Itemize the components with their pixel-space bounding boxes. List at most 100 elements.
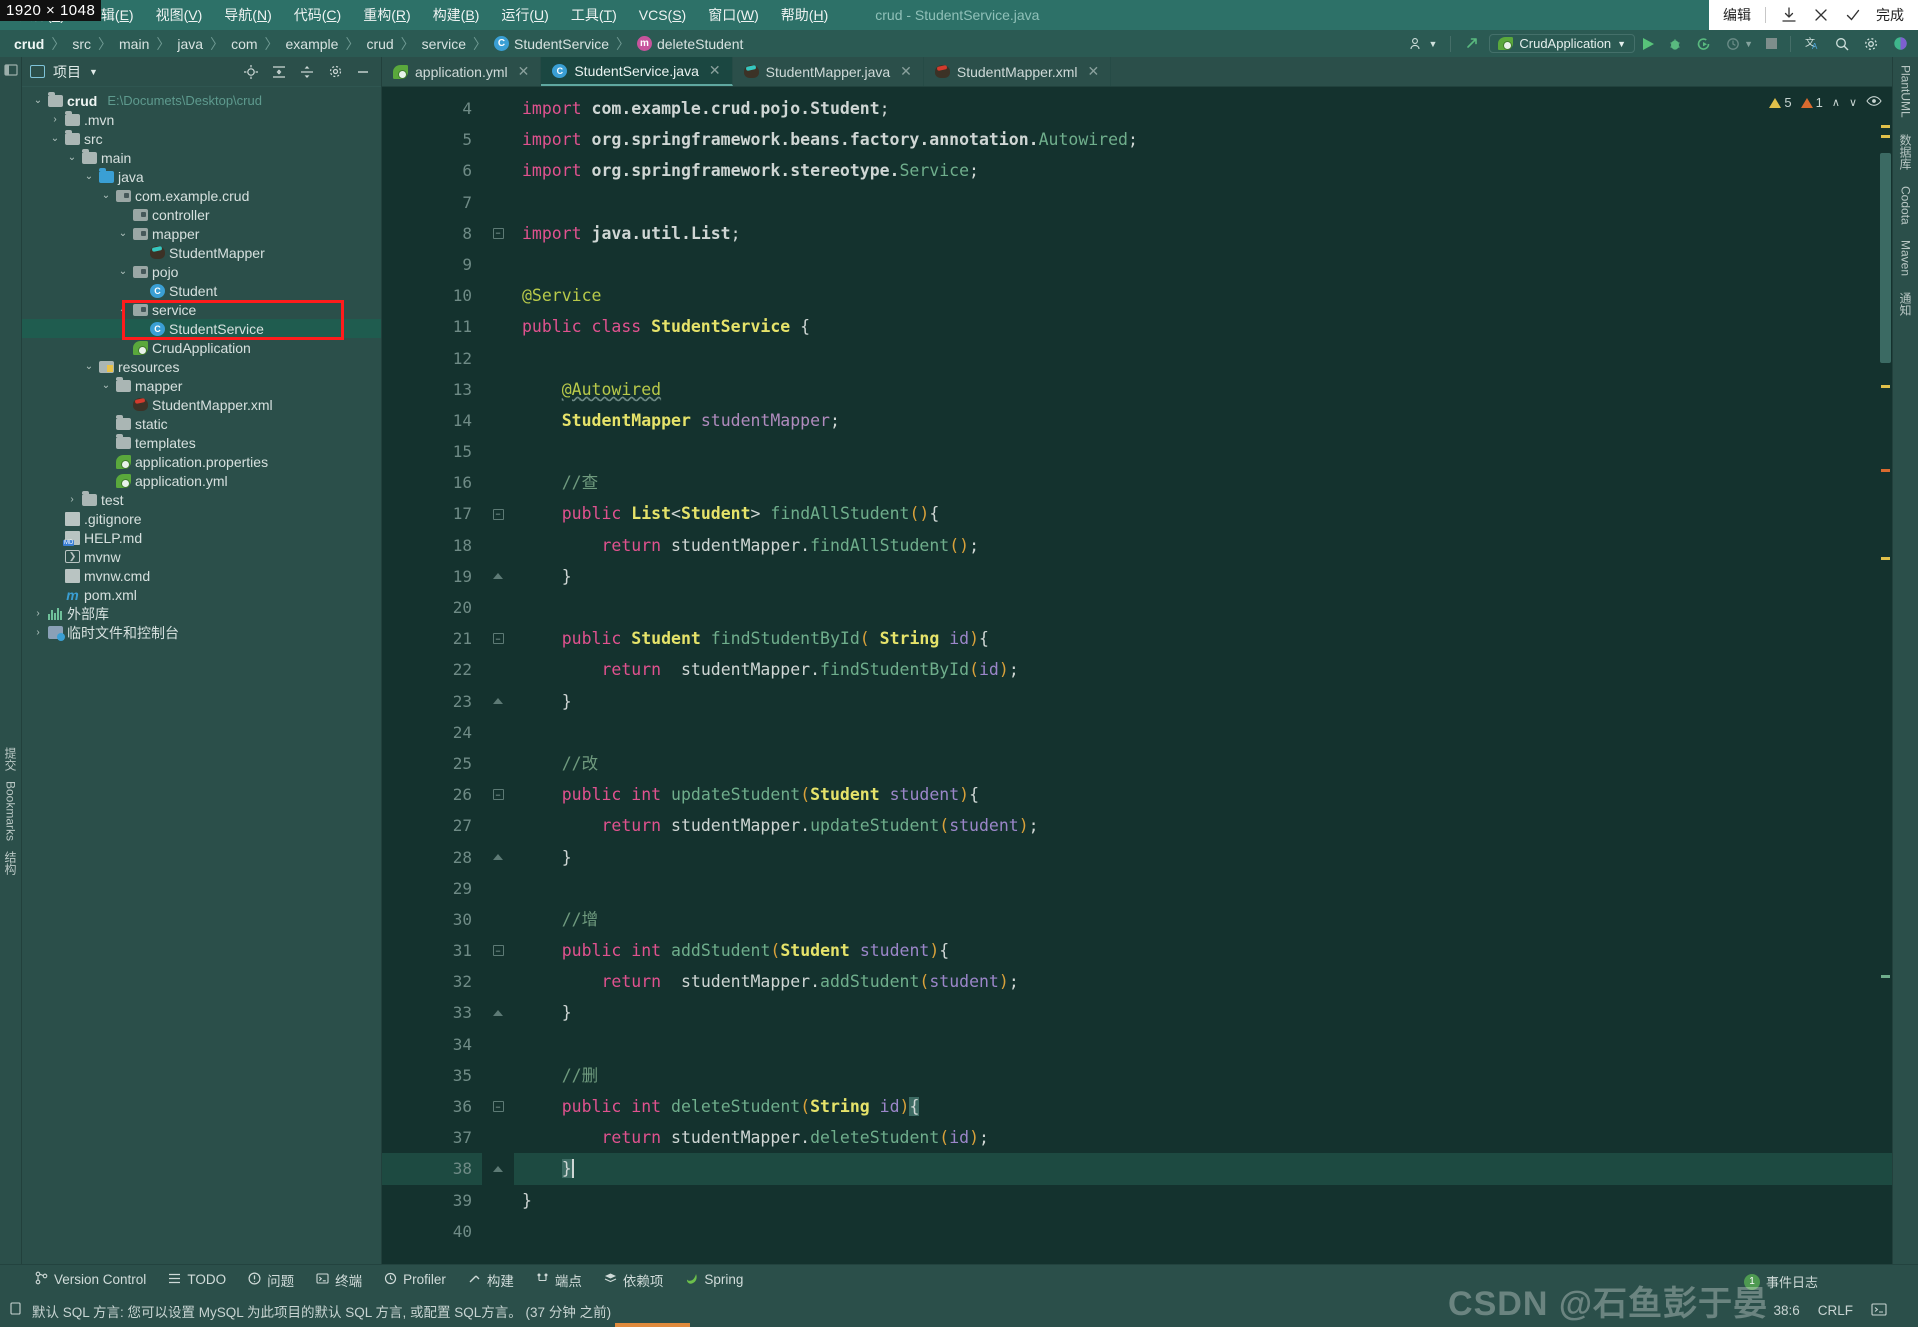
collapse-all-icon[interactable] [297, 62, 317, 82]
settings-icon[interactable] [325, 62, 345, 82]
stop-icon[interactable] [1761, 36, 1782, 51]
menu-item-3[interactable]: 导航(N) [213, 2, 282, 28]
left-rail-label-structure[interactable]: 结构 [2, 851, 19, 875]
code-line[interactable]: public int deleteStudent(String id){ [514, 1091, 1892, 1122]
close-icon[interactable]: ✕ [709, 62, 721, 79]
editor-tab-StudentMapper.java[interactable]: StudentMapper.java ✕ [733, 57, 924, 86]
tree-item-test[interactable]: › test [22, 490, 381, 509]
close-icon[interactable]: ✕ [900, 63, 912, 80]
right-rail-数据库[interactable]: 数据库 [1897, 134, 1914, 170]
chevron-down-icon[interactable]: ⌄ [66, 152, 78, 163]
code-line[interactable] [514, 592, 1892, 623]
tree-item-application.yml[interactable]: application.yml [22, 471, 381, 490]
code-folding-column[interactable]: − − − − − − [482, 87, 514, 1264]
tool-window-TODO[interactable]: TODO [159, 1269, 235, 1291]
tool-window-依赖项[interactable]: 依赖项 [595, 1267, 673, 1293]
line-separator[interactable]: CRLF [1809, 1303, 1862, 1318]
code-line[interactable]: //删 [514, 1060, 1892, 1091]
menu-item-8[interactable]: 工具(T) [560, 2, 628, 28]
breadcrumb-item-java[interactable]: java [173, 36, 207, 52]
breadcrumb-item-deleteStudent[interactable]: m deleteStudent [633, 36, 747, 52]
fold-end-icon[interactable] [493, 698, 503, 705]
breadcrumb-item-StudentService[interactable]: C StudentService [490, 36, 613, 52]
editor-scrollbar[interactable] [1878, 117, 1892, 1264]
tree-item-templates[interactable]: templates [22, 433, 381, 452]
fold-marker[interactable]: − [482, 935, 514, 966]
code-line[interactable]: } [514, 561, 1892, 592]
code-line[interactable] [514, 187, 1892, 218]
fold-marker[interactable]: − [482, 1091, 514, 1122]
chevron-down-icon[interactable]: ⌄ [32, 95, 44, 106]
right-rail-PlantUML[interactable]: PlantUML [1899, 65, 1913, 118]
chevron-down-icon[interactable]: ⌄ [83, 171, 95, 182]
code-line[interactable]: public class StudentService { [514, 311, 1892, 342]
fold-collapse-icon[interactable]: − [492, 1101, 504, 1113]
code-line[interactable]: return studentMapper.updateStudent(stude… [514, 810, 1892, 841]
fold-end-icon[interactable] [493, 1165, 503, 1172]
chevron-right-icon[interactable]: › [66, 494, 78, 505]
tool-window-Profiler[interactable]: Profiler [375, 1269, 455, 1291]
code-line[interactable]: return studentMapper.findStudentById(id)… [514, 654, 1892, 685]
run-coverage-icon[interactable] [1691, 34, 1717, 54]
tree-item-mvnw.cmd[interactable]: mvnw.cmd [22, 566, 381, 585]
breadcrumb-item-src[interactable]: src [68, 36, 95, 52]
breadcrumb-item-service[interactable]: service [418, 36, 470, 52]
menu-item-10[interactable]: 窗口(W) [697, 2, 770, 28]
fold-collapse-icon[interactable]: − [492, 227, 504, 239]
editor-tab-StudentService.java[interactable]: C StudentService.java ✕ [541, 57, 733, 86]
fold-collapse-icon[interactable]: − [492, 633, 504, 645]
fold-end-icon[interactable] [493, 1010, 503, 1017]
hide-panel-icon[interactable] [353, 62, 373, 82]
capture-done-button[interactable]: 完成 [1876, 5, 1904, 25]
right-rail-Maven[interactable]: Maven [1899, 240, 1913, 276]
breadcrumb-item-com[interactable]: com [227, 36, 261, 52]
run-icon[interactable] [1638, 36, 1659, 52]
tree-item-StudentMapper.xml[interactable]: StudentMapper.xml [22, 395, 381, 414]
tree-item-java[interactable]: ⌄ java [22, 167, 381, 186]
caret-position[interactable]: 38:6 [1764, 1303, 1808, 1318]
inspection-widget[interactable]: 5 1 ∧ ∨ [1769, 95, 1882, 110]
code-line[interactable]: } [514, 842, 1892, 873]
code-line[interactable] [514, 717, 1892, 748]
tree-item-StudentMapper[interactable]: StudentMapper [22, 243, 381, 262]
search-icon[interactable] [1829, 34, 1855, 54]
breadcrumb-item-crud[interactable]: crud [362, 36, 397, 52]
settings-icon[interactable] [1858, 34, 1884, 54]
translate-icon[interactable]: 文A [1799, 33, 1826, 54]
tree-item-.mvn[interactable]: › .mvn [22, 110, 381, 129]
tree-item-[interactable]: › 临时文件和控制台 [22, 623, 381, 642]
project-icon[interactable] [3, 63, 18, 77]
code-line[interactable]: import java.util.List; [514, 218, 1892, 249]
menu-item-2[interactable]: 视图(V) [145, 2, 214, 28]
code-line[interactable]: public int updateStudent(Student student… [514, 779, 1892, 810]
tree-item-static[interactable]: static [22, 414, 381, 433]
chevron-right-icon[interactable]: › [32, 627, 44, 638]
code-line[interactable]: import org.springframework.stereotype.Se… [514, 155, 1892, 186]
fold-marker[interactable] [482, 561, 514, 592]
chevron-down-icon[interactable]: ⌄ [100, 190, 112, 201]
code-line[interactable] [514, 436, 1892, 467]
updates-icon[interactable] [1459, 33, 1486, 54]
chevron-right-icon[interactable]: › [32, 608, 44, 619]
chevron-right-icon[interactable]: › [49, 114, 61, 125]
fold-marker[interactable] [482, 1153, 514, 1184]
tree-item-pojo[interactable]: ⌄ pojo [22, 262, 381, 281]
tree-item-Student[interactable]: C Student [22, 281, 381, 300]
code-line[interactable]: } [514, 997, 1892, 1028]
tree-item-controller[interactable]: controller [22, 205, 381, 224]
chevron-down-icon[interactable]: ⌄ [117, 228, 129, 239]
expand-all-icon[interactable] [269, 62, 289, 82]
code-line[interactable] [514, 249, 1892, 280]
tree-item-StudentService[interactable]: C StudentService [22, 319, 381, 338]
tree-item-main[interactable]: ⌄ main [22, 148, 381, 167]
tool-window-构建[interactable]: 构建 [459, 1267, 523, 1293]
menu-item-5[interactable]: 重构(R) [352, 2, 421, 28]
fold-end-icon[interactable] [493, 854, 503, 861]
check-icon[interactable] [1844, 6, 1862, 24]
code-line[interactable]: } [514, 1185, 1892, 1216]
tree-item-com.example.crud[interactable]: ⌄ com.example.crud [22, 186, 381, 205]
event-log-indicator[interactable]: 1 事件日志 [1743, 1272, 1818, 1291]
chevron-down-icon[interactable]: ⌄ [117, 266, 129, 277]
tool-window-问题[interactable]: 问题 [239, 1267, 303, 1293]
breadcrumb-item-example[interactable]: example [282, 36, 343, 52]
